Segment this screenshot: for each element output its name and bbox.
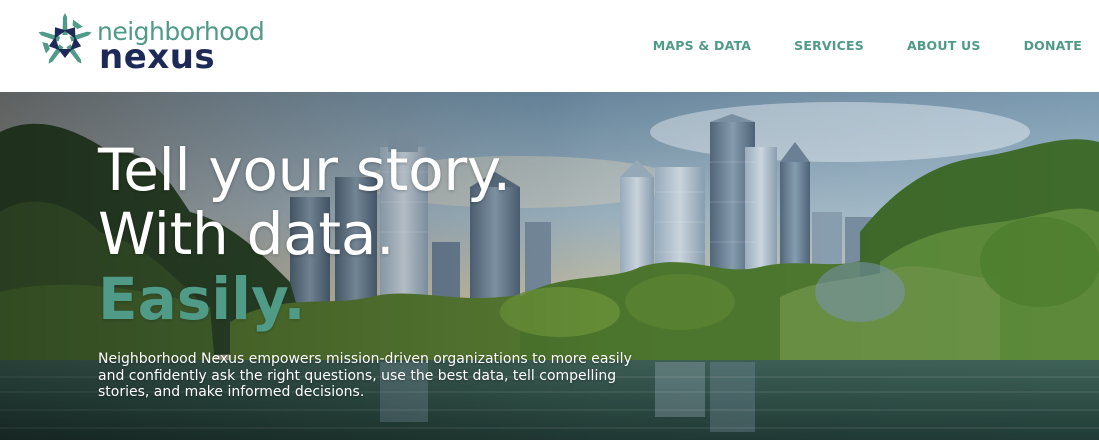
nexus-star-logo-icon <box>38 13 92 64</box>
nav-item-about-us[interactable]: ABOUT US <box>907 36 981 56</box>
headline-line-2: With data. <box>98 200 395 268</box>
logo-wordmark-bottom: nexus <box>99 37 216 77</box>
site-logo[interactable]: neighborhood nexus <box>33 12 283 76</box>
nav-item-maps-data[interactable]: MAPS & DATA <box>653 36 751 56</box>
hero-headline: Tell your story. With data. Easily. <box>98 138 698 332</box>
nav-item-services[interactable]: SERVICES <box>794 36 864 56</box>
main-nav: MAPS & DATA SERVICES ABOUT US DONATE <box>653 36 1082 56</box>
headline-line-1: Tell your story. <box>98 136 511 204</box>
hero-banner: Tell your story. With data. Easily. Neig… <box>0 92 1099 440</box>
site-header: neighborhood nexus MAPS & DATA SERVICES … <box>0 0 1099 92</box>
headline-emphasis: Easily. <box>98 265 306 333</box>
nav-item-donate[interactable]: DONATE <box>1024 36 1082 56</box>
hero-description: Neighborhood Nexus empowers mission-driv… <box>98 351 632 400</box>
